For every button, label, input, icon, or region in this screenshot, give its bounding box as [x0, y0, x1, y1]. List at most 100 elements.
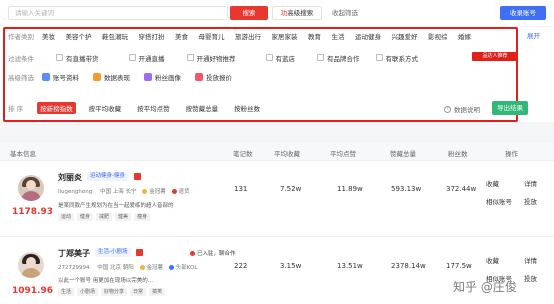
category-option[interactable]: 美容个护	[66, 31, 92, 41]
settled-label: 已入驻，聊合作	[197, 251, 236, 257]
data-note-link[interactable]: ? 数据说明	[444, 104, 480, 114]
settled-badge: 已入驻，聊合作	[190, 249, 236, 257]
expand-categories-link[interactable]: 展开	[527, 30, 540, 40]
delivery-button[interactable]: 投放	[524, 273, 537, 283]
tag-chip: 搞笑	[149, 288, 166, 296]
sort-by-avg-like[interactable]: 按平均点赞	[134, 102, 173, 114]
adv-ad-quote[interactable]: 投放报价	[195, 72, 232, 82]
cond-live-open-label: 开通直播	[138, 54, 165, 63]
tag-chips: 运动 健身 减肥 健美 瘦身	[58, 213, 153, 221]
category-option[interactable]: 教育	[308, 31, 321, 41]
tag-chip: 运动	[58, 213, 75, 221]
category-option[interactable]: 穿搭打扮	[139, 31, 165, 41]
total-count: 2378.14w	[391, 262, 426, 270]
detail-button[interactable]: 详情	[524, 255, 537, 265]
table-header: 基本信息 笔记数 平均收藏 平均点赞 赞藏总量 粉丝数 操作	[0, 143, 554, 161]
delivery-button[interactable]: 投放	[524, 196, 537, 206]
sort-by-avg-fav[interactable]: 按平均收藏	[86, 102, 125, 114]
cond-contact[interactable]: 有联系方式	[375, 53, 418, 63]
category-option[interactable]: 美食	[175, 31, 188, 41]
search-button[interactable]: 搜索	[230, 6, 268, 20]
profile-icon	[42, 72, 50, 81]
cond-blue-shop[interactable]: 有蓝店	[265, 53, 296, 63]
category-option[interactable]: 婚嫁	[458, 31, 471, 41]
category-option[interactable]: 鞋包潮玩	[102, 31, 128, 41]
avatar[interactable]	[18, 175, 44, 201]
cond-brand-coop[interactable]: 有品牌合作	[317, 53, 360, 63]
author-meta: 272729994 中国 北京 朝阳 金冠薯 头部KOL	[58, 263, 197, 271]
category-label: 作者类别	[8, 32, 34, 41]
author-name[interactable]: 丁郑美子	[58, 248, 90, 259]
author-name[interactable]: 刘丽炎	[58, 172, 82, 183]
header-avg-fav: 平均收藏	[274, 150, 300, 158]
collect-button[interactable]: 收藏	[486, 255, 499, 265]
advanced-search-label: 高级搜索	[287, 9, 314, 17]
author-badge-2: 头部KOL	[175, 265, 198, 271]
checkbox[interactable]	[128, 54, 136, 61]
tag-chip: 日常	[130, 288, 147, 296]
category-row: 作者类别 美妆 美容个护 鞋包潮玩 穿搭打扮 美食 母婴育儿 旅游出行 家居家装 教育 生活 运动健…	[8, 30, 482, 41]
author-meta: liugenghong 中国 上海 长宁 金冠薯 退货	[58, 187, 190, 195]
author-id: liugenghong	[58, 189, 93, 195]
notes-count: 222	[234, 262, 248, 270]
table-row[interactable]: 1178.93 刘丽炎 运动健身-健身 liugenghong 中国 上海 长宁…	[0, 161, 554, 237]
category-option[interactable]: 美妆	[42, 31, 55, 41]
adv-ad-quote-label: 投放报价	[206, 73, 232, 82]
author-desc: 是某同款产生规划为在当一起爱练的超人音部的	[58, 203, 174, 209]
checkbox[interactable]	[186, 54, 194, 61]
sort-by-total[interactable]: 按赞藏总量	[183, 102, 222, 114]
adv-fan-portrait[interactable]: 粉丝画像	[144, 72, 181, 82]
author-desc: 以此一个账号 用更加在现场以完美的...	[58, 278, 153, 284]
collect-button[interactable]: 收藏	[486, 178, 499, 188]
category-option[interactable]: 生活	[332, 31, 345, 41]
price-tag-icon	[195, 72, 203, 81]
avg-like: 13.51w	[337, 262, 363, 270]
recommend-tag[interactable]: 品达人推荐	[472, 52, 518, 61]
adv-data-performance[interactable]: 数据表现	[93, 72, 130, 82]
crown-icon	[139, 264, 145, 270]
category-option[interactable]: 运动健身	[355, 31, 381, 41]
checkbox[interactable]	[265, 54, 273, 61]
category-option[interactable]: 旅游出行	[235, 31, 261, 41]
search-input[interactable]	[8, 6, 228, 20]
sort-by-fans[interactable]: 按粉丝数	[231, 102, 263, 114]
tag-chip: 小剧场	[77, 288, 99, 296]
similar-button[interactable]: 相似账号	[486, 196, 512, 206]
condition-label: 过滤条件	[8, 54, 34, 63]
category-option[interactable]: 母婴育儿	[199, 31, 225, 41]
cond-blue-shop-label: 有蓝店	[275, 54, 296, 63]
export-button[interactable]: 导出结果	[492, 101, 528, 115]
fans-count: 177.5w	[446, 262, 472, 270]
crown-icon	[142, 188, 148, 194]
avatar[interactable]	[18, 252, 44, 278]
author-id: 272729994	[58, 265, 90, 271]
advanced-search-button[interactable]: 功高级搜索	[272, 6, 322, 20]
adv-account-info[interactable]: 账号资料	[42, 72, 79, 82]
sort-label: 排 序	[8, 105, 24, 113]
sort-by-index[interactable]: 按新榜指数	[37, 102, 76, 114]
notes-count: 131	[234, 185, 248, 193]
return-icon	[171, 188, 177, 194]
avg-like: 11.89w	[337, 185, 363, 193]
cond-goods-recommend[interactable]: 开通好物推荐	[186, 53, 236, 63]
category-option[interactable]: 兴趣爱好	[392, 31, 418, 41]
checkbox[interactable]	[56, 54, 63, 61]
fans-count: 372.44w	[446, 185, 477, 193]
author-location: 中国 上海 长宁	[99, 189, 137, 195]
checkbox[interactable]	[317, 54, 324, 61]
checkbox[interactable]	[375, 54, 383, 61]
score-value: 1178.93	[12, 207, 53, 217]
category-option[interactable]: 家居家装	[272, 31, 298, 41]
detail-button[interactable]: 详情	[524, 178, 537, 188]
tag-chip: 生活	[58, 288, 75, 296]
collapse-filter-link[interactable]: 收起筛选	[332, 6, 358, 20]
header-fans: 粉丝数	[448, 150, 468, 158]
category-option[interactable]: 影视综	[428, 31, 448, 41]
condition-row: 过滤条件 有直播带货 开通直播 开通好物推荐 有蓝店 有品牌合作 有联系方式	[8, 52, 428, 63]
tag-chip: 瘦身	[134, 213, 151, 221]
adv-fan-portrait-label: 粉丝画像	[155, 73, 181, 82]
cond-live-open[interactable]: 开通直播	[128, 53, 165, 63]
fav-account-button[interactable]: 收录账号	[500, 6, 546, 20]
cond-live-sales[interactable]: 有直播带货	[56, 53, 99, 63]
advanced-filter-row: 高级筛选 账号资料 数据表现 粉丝画像 投放报价	[8, 71, 246, 82]
